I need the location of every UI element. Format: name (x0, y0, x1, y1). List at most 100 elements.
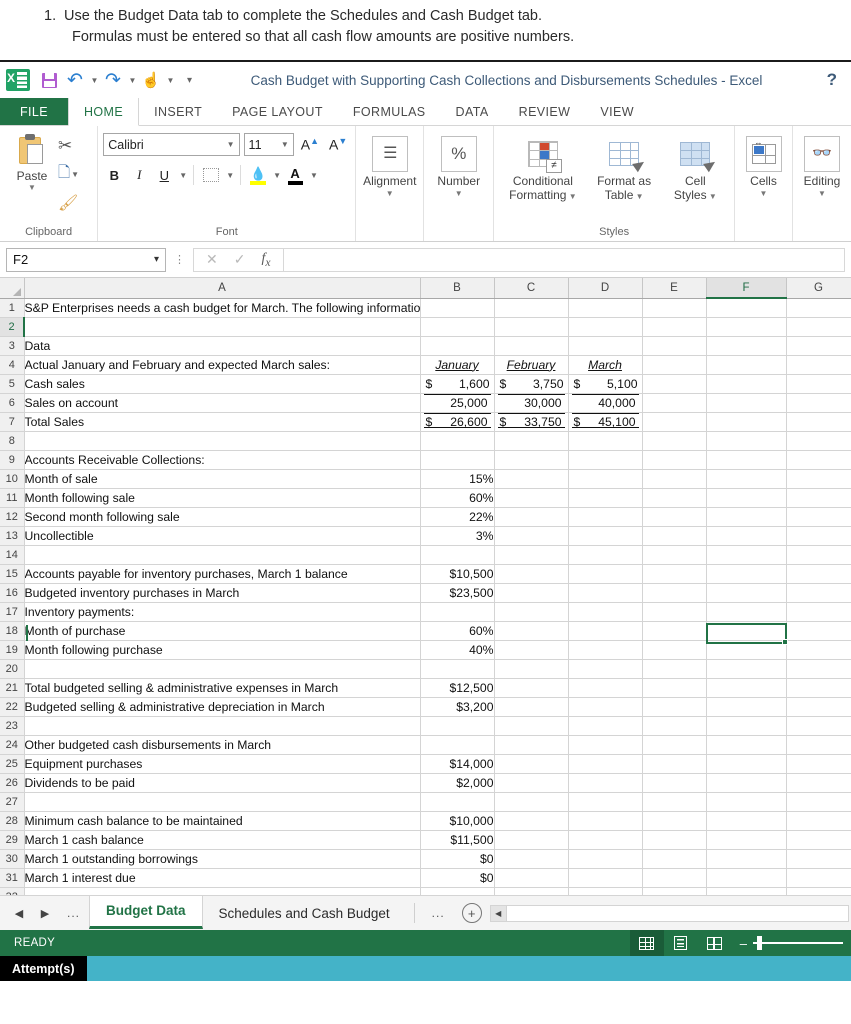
cell-a28[interactable]: Minimum cash balance to be maintained (24, 811, 421, 831)
cell-f2[interactable] (706, 317, 787, 337)
cell-g2[interactable] (786, 317, 851, 337)
cell-d27[interactable] (568, 792, 643, 812)
cell-f19[interactable] (706, 640, 787, 660)
cell-f16[interactable] (706, 583, 787, 603)
cell-g22[interactable] (786, 697, 851, 717)
cell-b32[interactable] (420, 887, 495, 895)
cell-f7[interactable] (706, 412, 787, 432)
cell-b17[interactable] (420, 602, 495, 622)
cell-b19[interactable]: 40% (420, 640, 495, 660)
row-header-25[interactable]: 25 (0, 754, 25, 774)
cell-f25[interactable] (706, 754, 787, 774)
cell-c6[interactable]: 30,000 (494, 393, 569, 413)
cell-e20[interactable] (642, 659, 707, 679)
sheet-tabs-right-overflow[interactable]: ... (423, 906, 454, 920)
font-name-select[interactable]: Calibri ▼ (103, 133, 240, 156)
cell-a20[interactable] (24, 659, 421, 679)
cell-f32[interactable] (706, 887, 787, 895)
editing-button[interactable]: 👓 Editing ▼ (799, 132, 845, 202)
row-header-29[interactable]: 29 (0, 830, 25, 850)
cell-f26[interactable] (706, 773, 787, 793)
cell-b2[interactable] (420, 317, 495, 337)
cell-d1[interactable] (568, 298, 643, 318)
cell-a5[interactable]: Cash sales (24, 374, 421, 394)
row-header-21[interactable]: 21 (0, 678, 25, 698)
cell-a6[interactable]: Sales on account (24, 393, 421, 413)
cell-styles-dropdown-icon[interactable]: ▼ (707, 192, 717, 201)
cell-b11[interactable]: 60% (420, 488, 495, 508)
next-sheet-icon[interactable]: ▶ (32, 900, 58, 926)
cell-c18[interactable] (494, 621, 569, 641)
cell-a15[interactable]: Accounts payable for inventory purchases… (24, 564, 421, 584)
cell-b4[interactable]: January (420, 355, 495, 375)
scroll-left-icon[interactable]: ◀ (490, 905, 507, 921)
cell-d3[interactable] (568, 336, 643, 356)
cell-d2[interactable] (568, 317, 643, 337)
paste-button[interactable]: Paste ▼ (6, 132, 58, 192)
formula-input[interactable] (282, 247, 845, 272)
cell-d18[interactable] (568, 621, 643, 641)
column-header-c[interactable]: C (494, 278, 569, 299)
cell-d11[interactable] (568, 488, 643, 508)
cell-b12[interactable]: 22% (420, 507, 495, 527)
row-header-15[interactable]: 15 (0, 564, 25, 584)
decrease-font-size-button[interactable]: A▼ (326, 136, 350, 153)
cell-e26[interactable] (642, 773, 707, 793)
row-header-28[interactable]: 28 (0, 811, 25, 831)
cell-e8[interactable] (642, 431, 707, 451)
cell-e5[interactable] (642, 374, 707, 394)
tab-page-layout[interactable]: PAGE LAYOUT (217, 98, 338, 125)
customize-quick-access-toolbar-icon[interactable]: ▾ (176, 67, 202, 93)
conditional-formatting-dropdown-icon[interactable]: ▼ (566, 192, 577, 201)
cell-d17[interactable] (568, 602, 643, 622)
cell-e2[interactable] (642, 317, 707, 337)
cell-g24[interactable] (786, 735, 851, 755)
row-header-24[interactable]: 24 (0, 735, 25, 755)
cell-b16[interactable]: $23,500 (420, 583, 495, 603)
cell-e9[interactable] (642, 450, 707, 470)
spreadsheet-grid[interactable]: A B C D E F G 1 S&P Enterprises needs a … (0, 278, 851, 895)
cell-d16[interactable] (568, 583, 643, 603)
cell-a16[interactable]: Budgeted inventory purchases in March (24, 583, 421, 603)
cell-g25[interactable] (786, 754, 851, 774)
cell-a29[interactable]: March 1 cash balance (24, 830, 421, 850)
font-color-icon[interactable]: A (284, 164, 306, 186)
cell-e23[interactable] (642, 716, 707, 736)
cell-d22[interactable] (568, 697, 643, 717)
cell-a11[interactable]: Month following sale (24, 488, 421, 508)
cell-d13[interactable] (568, 526, 643, 546)
cell-e14[interactable] (642, 545, 707, 565)
row-header-31[interactable]: 31 (0, 868, 25, 888)
format-painter-icon[interactable]: 🖌 (58, 193, 79, 213)
cell-e1[interactable] (642, 298, 707, 318)
sheet-tab-schedules-and-cash-budget[interactable]: Schedules and Cash Budget (203, 898, 406, 928)
cell-e32[interactable] (642, 887, 707, 895)
cell-a12[interactable]: Second month following sale (24, 507, 421, 527)
format-as-table-button[interactable]: Format as Table ▼ (588, 132, 660, 207)
cell-b6[interactable]: 25,000 (420, 393, 495, 413)
borders-dropdown-icon[interactable]: ▼ (226, 171, 234, 180)
cell-e4[interactable] (642, 355, 707, 375)
cell-c24[interactable] (494, 735, 569, 755)
row-header-8[interactable]: 8 (0, 431, 25, 451)
cell-a3[interactable]: Data (24, 336, 421, 356)
cell-a22[interactable]: Budgeted selling & administrative deprec… (24, 697, 421, 717)
cell-b7[interactable]: $26,600 (420, 412, 495, 432)
cell-b1[interactable] (420, 298, 495, 318)
cell-g11[interactable] (786, 488, 851, 508)
conditional-formatting-button[interactable]: ≠ Conditional Formatting ▼ (503, 132, 583, 207)
cell-e24[interactable] (642, 735, 707, 755)
cell-g6[interactable] (786, 393, 851, 413)
cell-c27[interactable] (494, 792, 569, 812)
cell-g5[interactable] (786, 374, 851, 394)
cell-f14[interactable] (706, 545, 787, 565)
sheet-tabs-left-overflow[interactable]: ... (58, 906, 89, 920)
cell-e21[interactable] (642, 678, 707, 698)
cell-e12[interactable] (642, 507, 707, 527)
cell-a10[interactable]: Month of sale (24, 469, 421, 489)
cell-a4[interactable]: Actual January and February and expected… (24, 355, 421, 375)
cell-f4[interactable] (706, 355, 787, 375)
cell-d29[interactable] (568, 830, 643, 850)
page-break-preview-icon[interactable] (698, 930, 732, 956)
row-header-26[interactable]: 26 (0, 773, 25, 793)
